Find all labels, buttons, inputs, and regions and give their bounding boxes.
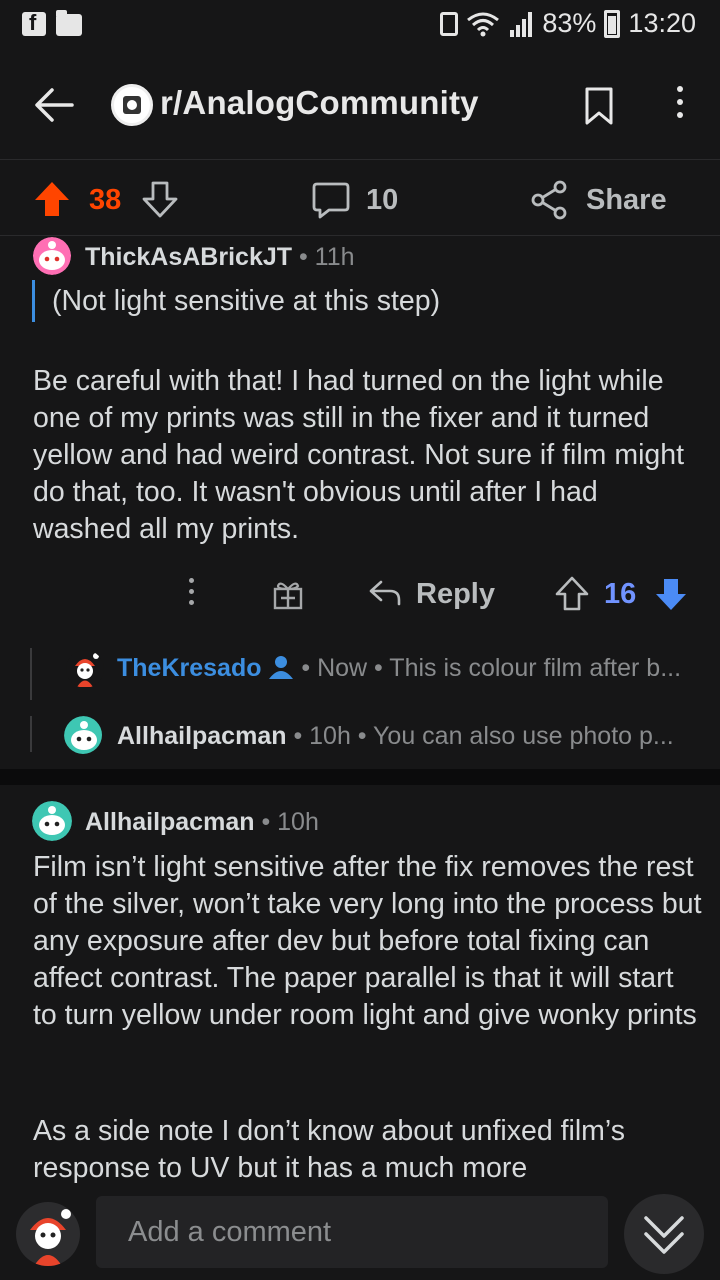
- comment-more-icon[interactable]: [187, 578, 195, 612]
- double-chevron-down-icon: [644, 1216, 684, 1254]
- snoo-avatar-icon: [66, 650, 104, 688]
- facebook-notification-icon: [22, 10, 46, 36]
- award-gift-icon[interactable]: [272, 578, 304, 610]
- comment-author[interactable]: Allhailpacman: [85, 808, 255, 836]
- battery-percent: 83%: [542, 8, 597, 38]
- reply-author[interactable]: TheKresado: [117, 654, 261, 682]
- comment-input[interactable]: [96, 1196, 608, 1268]
- comment-body-continued: As a side note I don’t know about unfixe…: [33, 1115, 625, 1184]
- collapsed-reply[interactable]: Allhailpacman • 10h • You can also use p…: [0, 706, 720, 766]
- camera-icon: [123, 96, 141, 114]
- comment-upvote-icon[interactable]: [555, 576, 589, 612]
- snoo-avatar-icon: [30, 1209, 71, 1266]
- comment-body: Film isn’t light sensitive after the fix…: [33, 851, 702, 1031]
- downvote-icon[interactable]: [142, 180, 178, 218]
- avatar[interactable]: [32, 801, 72, 841]
- comment-bubble-icon[interactable]: [311, 180, 351, 220]
- wifi-icon: [467, 12, 500, 36]
- app-header: r/AnalogCommunity: [0, 50, 720, 160]
- reply-meta: Allhailpacman • 10h • You can also use p…: [117, 722, 674, 751]
- reply-meta: TheKresado • Now • This is colour film a…: [117, 654, 681, 683]
- snoo-avatar-icon: [32, 801, 72, 841]
- folder-notification-icon: [56, 10, 82, 36]
- clock: 13:20: [628, 8, 696, 38]
- comment-divider: [0, 769, 720, 785]
- comment-time: • 10h: [254, 808, 319, 836]
- upvote-icon[interactable]: [33, 180, 71, 218]
- status-bar: 83% 13:20: [0, 0, 720, 50]
- reply-author[interactable]: Allhailpacman: [117, 722, 287, 750]
- reply-button[interactable]: Reply: [416, 578, 495, 611]
- snoo-avatar-icon: [64, 716, 102, 754]
- comment-downvote-icon[interactable]: [654, 576, 688, 612]
- comment-actions: Reply 16: [0, 570, 720, 620]
- comment-score: 16: [604, 578, 637, 610]
- reply-preview: • Now • This is colour film after b...: [301, 654, 682, 682]
- comment-time: • 11h: [292, 243, 355, 271]
- lock-icon: [440, 11, 459, 36]
- signal-icon: [510, 11, 533, 37]
- avatar[interactable]: [66, 650, 104, 688]
- back-arrow-icon[interactable]: [30, 80, 80, 130]
- post-action-bar: 38 10 Share: [0, 160, 720, 236]
- more-options-icon[interactable]: [670, 86, 690, 126]
- comment-body: Be careful with that! I had turned on th…: [33, 365, 685, 545]
- subreddit-avatar[interactable]: [111, 84, 153, 126]
- share-button[interactable]: Share: [586, 184, 667, 217]
- bookmark-icon[interactable]: [583, 86, 615, 126]
- comment-author[interactable]: ThickAsABrickJT: [85, 243, 292, 271]
- comment-count[interactable]: 10: [366, 184, 398, 217]
- battery-icon: [604, 9, 621, 38]
- user-avatar[interactable]: [16, 1202, 80, 1266]
- subreddit-title[interactable]: r/AnalogCommunity: [160, 84, 479, 122]
- reply-arrow-icon[interactable]: [368, 578, 402, 608]
- comment-meta: Allhailpacman • 10h: [85, 808, 319, 837]
- share-icon[interactable]: [530, 180, 568, 220]
- post-score: 38: [89, 184, 122, 216]
- snoo-avatar-icon: [33, 237, 71, 275]
- collapsed-reply[interactable]: TheKresado • Now • This is colour film a…: [0, 640, 720, 700]
- next-comment-button[interactable]: [624, 1194, 704, 1274]
- op-user-icon: [269, 656, 294, 679]
- comment-quote: (Not light sensitive at this step): [32, 280, 440, 322]
- reply-preview: • 10h • You can also use photo p...: [286, 722, 674, 750]
- comment-composer-bar: [0, 1186, 720, 1280]
- avatar[interactable]: [64, 716, 102, 754]
- avatar[interactable]: [33, 237, 71, 275]
- comment-meta: ThickAsABrickJT • 11h: [85, 243, 355, 272]
